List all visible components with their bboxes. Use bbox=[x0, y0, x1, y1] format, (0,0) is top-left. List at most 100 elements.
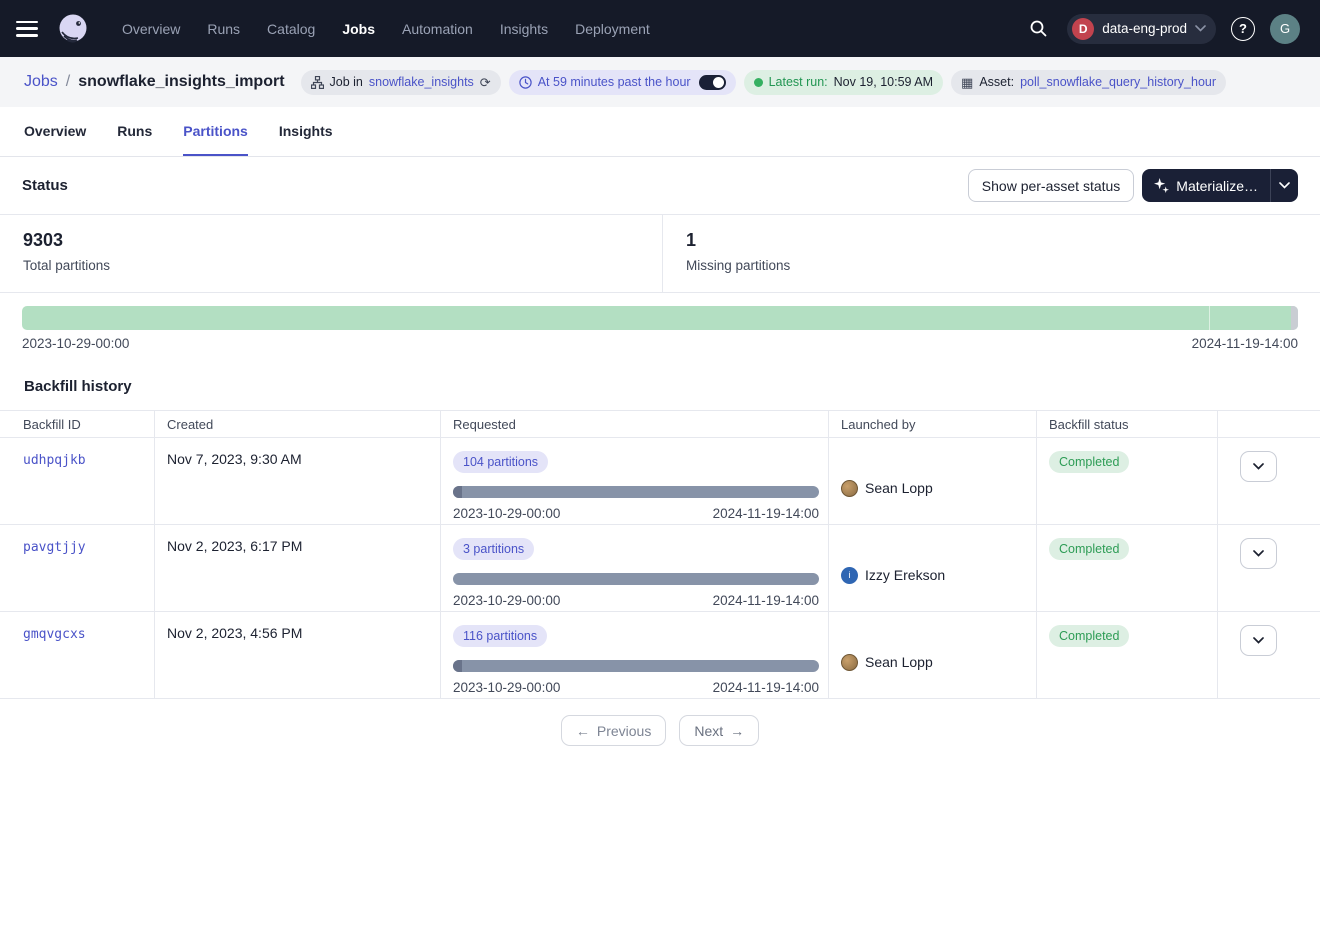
missing-partitions-stat: 1 Missing partitions bbox=[663, 215, 790, 292]
backfill-range-bar bbox=[453, 573, 819, 585]
nav-item-deployment[interactable]: Deployment bbox=[575, 21, 650, 37]
materialize-button[interactable]: Materialize… bbox=[1142, 169, 1270, 202]
row-range-end: 2024-11-19-14:00 bbox=[713, 680, 819, 695]
requested-cell: 3 partitions 2023-10-29-00:00 2024-11-19… bbox=[441, 525, 829, 611]
materialize-dropdown-button[interactable] bbox=[1271, 169, 1298, 202]
chevron-down-icon bbox=[1195, 25, 1206, 32]
asset-link[interactable]: poll_snowflake_query_history_hour bbox=[1020, 75, 1216, 89]
grid-icon: ▦ bbox=[961, 76, 973, 89]
user-avatar bbox=[841, 480, 858, 497]
row-range-start: 2023-10-29-00:00 bbox=[453, 680, 560, 695]
user-avatar[interactable]: G bbox=[1270, 14, 1300, 44]
total-partitions-stat: 9303 Total partitions bbox=[0, 215, 663, 292]
backfill-id-link[interactable]: gmqvgcxs bbox=[23, 627, 86, 642]
row-range-start: 2023-10-29-00:00 bbox=[453, 593, 560, 608]
pagination: ← Previous Next → bbox=[0, 699, 1320, 746]
user-avatar bbox=[841, 654, 858, 671]
previous-page-button[interactable]: ← Previous bbox=[561, 715, 666, 746]
code-location-link[interactable]: snowflake_insights bbox=[369, 75, 474, 89]
created-cell: Nov 7, 2023, 9:30 AM bbox=[155, 438, 441, 524]
requested-cell: 116 partitions 2023-10-29-00:00 2024-11-… bbox=[441, 612, 829, 698]
nav-item-automation[interactable]: Automation bbox=[402, 21, 473, 37]
partitions-count-badge[interactable]: 3 partitions bbox=[453, 538, 534, 560]
latest-run-prefix: Latest run: bbox=[769, 75, 828, 89]
next-label: Next bbox=[694, 723, 723, 739]
hierarchy-icon bbox=[311, 76, 324, 89]
materialize-split-button: Materialize… bbox=[1142, 169, 1298, 202]
partitions-count-badge[interactable]: 116 partitions bbox=[453, 625, 547, 647]
col-actions bbox=[1218, 411, 1320, 437]
launched-by-cell: Sean Lopp bbox=[829, 438, 1037, 524]
missing-partition-segment bbox=[1291, 306, 1298, 330]
chevron-down-icon bbox=[1253, 637, 1264, 644]
requested-cell: 104 partitions 2023-10-29-00:00 2024-11-… bbox=[441, 438, 829, 524]
tab-partitions[interactable]: Partitions bbox=[183, 107, 248, 156]
status-header: Status Show per-asset status Materialize… bbox=[0, 157, 1320, 214]
clock-icon bbox=[519, 76, 532, 89]
total-partitions-value: 9303 bbox=[23, 230, 662, 251]
sparkle-icon bbox=[1154, 178, 1169, 193]
missing-partitions-value: 1 bbox=[686, 230, 790, 251]
arrow-right-icon: → bbox=[730, 723, 744, 739]
launched-by-name: Sean Lopp bbox=[865, 480, 933, 496]
show-per-asset-status-button[interactable]: Show per-asset status bbox=[968, 169, 1135, 202]
partition-stats: 9303 Total partitions 1 Missing partitio… bbox=[0, 214, 1320, 293]
latest-run-time[interactable]: Nov 19, 10:59 AM bbox=[834, 75, 933, 89]
schedule-toggle[interactable] bbox=[699, 75, 726, 90]
col-backfill-id: Backfill ID bbox=[0, 411, 155, 437]
nav-item-jobs[interactable]: Jobs bbox=[342, 21, 375, 37]
col-created: Created bbox=[155, 411, 441, 437]
deployment-avatar: D bbox=[1072, 18, 1094, 40]
chevron-down-icon bbox=[1279, 182, 1290, 189]
deployment-name: data-eng-prod bbox=[1102, 21, 1187, 36]
primary-nav: Overview Runs Catalog Jobs Automation In… bbox=[122, 21, 650, 37]
launched-by-cell: i Izzy Erekson bbox=[829, 525, 1037, 611]
row-menu-button[interactable] bbox=[1240, 451, 1277, 482]
latest-run-badge: Latest run: Nov 19, 10:59 AM bbox=[744, 70, 943, 95]
backfill-range-cap bbox=[453, 660, 462, 672]
backfill-id-link[interactable]: udhpqjkb bbox=[23, 453, 86, 468]
row-menu-button[interactable] bbox=[1240, 538, 1277, 569]
refresh-icon[interactable]: ⟳ bbox=[480, 76, 491, 89]
row-range-end: 2024-11-19-14:00 bbox=[713, 593, 819, 608]
materialize-label: Materialize… bbox=[1176, 178, 1258, 194]
breadcrumb-jobs-link[interactable]: Jobs bbox=[24, 73, 58, 91]
tab-overview[interactable]: Overview bbox=[24, 107, 86, 156]
status-badge: Completed bbox=[1049, 538, 1129, 560]
help-icon[interactable]: ? bbox=[1231, 17, 1255, 41]
partition-health-bar[interactable] bbox=[22, 306, 1298, 330]
page-title: snowflake_insights_import bbox=[78, 73, 284, 91]
previous-label: Previous bbox=[597, 723, 651, 739]
nav-item-insights[interactable]: Insights bbox=[500, 21, 548, 37]
asset-badge: ▦ Asset: poll_snowflake_query_history_ho… bbox=[951, 70, 1226, 95]
partition-segment-divider bbox=[1209, 306, 1210, 330]
user-avatar: i bbox=[841, 567, 858, 584]
deployment-switcher[interactable]: D data-eng-prod bbox=[1067, 14, 1216, 44]
search-icon[interactable] bbox=[1024, 15, 1052, 43]
nav-item-overview[interactable]: Overview bbox=[122, 21, 180, 37]
breadcrumb-separator: / bbox=[66, 73, 70, 91]
nav-item-runs[interactable]: Runs bbox=[207, 21, 240, 37]
breadcrumb-bar: Jobs / snowflake_insights_import Job in … bbox=[0, 57, 1320, 107]
backfill-history-title: Backfill history bbox=[0, 351, 1320, 410]
arrow-left-icon: ← bbox=[576, 723, 590, 739]
row-menu-button[interactable] bbox=[1240, 625, 1277, 656]
menu-icon[interactable] bbox=[16, 21, 38, 37]
tab-runs[interactable]: Runs bbox=[117, 107, 152, 156]
backfill-id-link[interactable]: pavgtjjy bbox=[23, 540, 86, 555]
created-cell: Nov 2, 2023, 6:17 PM bbox=[155, 525, 441, 611]
row-range-start: 2023-10-29-00:00 bbox=[453, 506, 560, 521]
job-tabs: Overview Runs Partitions Insights bbox=[0, 107, 1320, 157]
status-dot-icon bbox=[754, 78, 763, 87]
status-badge: Completed bbox=[1049, 451, 1129, 473]
partitions-count-badge[interactable]: 104 partitions bbox=[453, 451, 548, 473]
dagster-logo-icon[interactable] bbox=[54, 10, 92, 48]
next-page-button[interactable]: Next → bbox=[679, 715, 759, 746]
partition-health-bar-wrap bbox=[0, 293, 1320, 330]
col-launched-by: Launched by bbox=[829, 411, 1037, 437]
nav-item-catalog[interactable]: Catalog bbox=[267, 21, 315, 37]
partition-range-labels: 2023-10-29-00:00 2024-11-19-14:00 bbox=[0, 330, 1320, 351]
chevron-down-icon bbox=[1253, 463, 1264, 470]
tab-insights[interactable]: Insights bbox=[279, 107, 333, 156]
schedule-label: At 59 minutes past the hour bbox=[538, 75, 691, 89]
